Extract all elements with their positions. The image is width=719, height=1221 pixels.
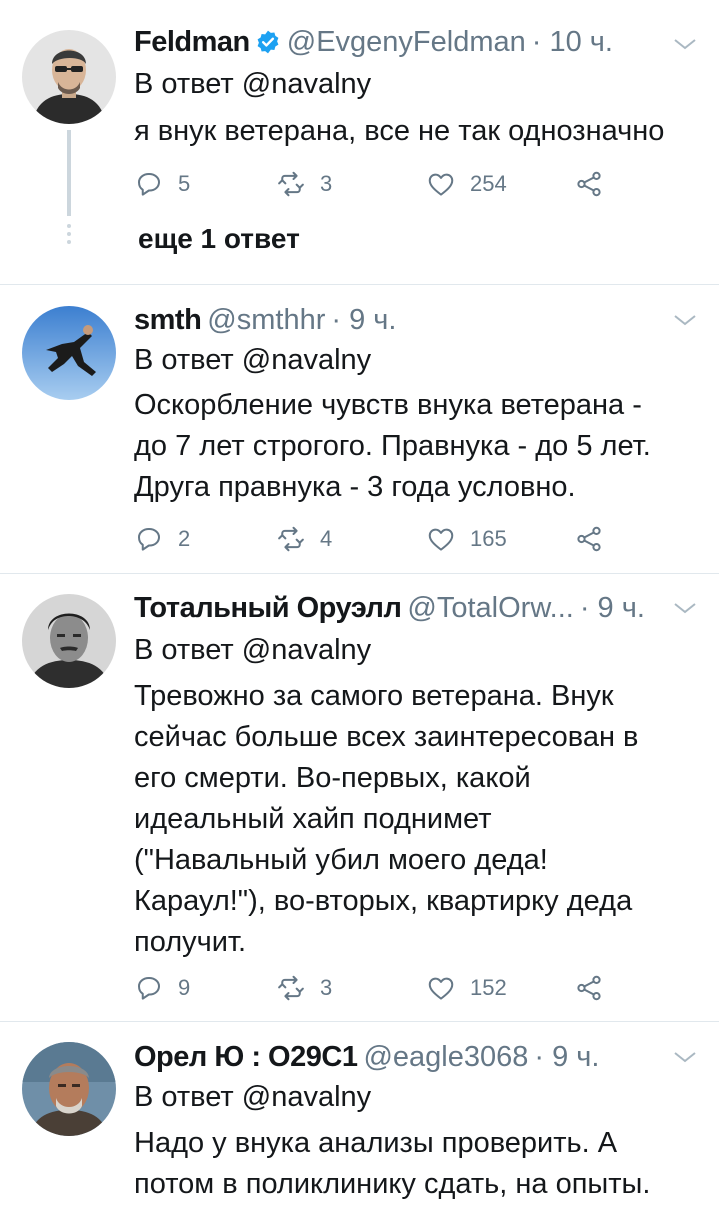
retweet-count: 4 [320,526,333,551]
avatar[interactable] [22,30,116,124]
like-count: 165 [470,526,507,551]
chevron-down-icon[interactable] [672,1048,698,1066]
like-button[interactable]: 152 [426,970,507,1006]
reply-icon [138,173,160,196]
reply-count: 9 [178,975,191,1000]
chevron-down-icon[interactable] [672,599,698,617]
share-icon [577,171,601,197]
retweet-button[interactable]: 3 [276,970,332,1006]
display-name[interactable]: Орел Ю : O29C1 [134,1041,358,1074]
username-handle[interactable]: @TotalOrw... [407,592,573,625]
retweet-icon [278,526,304,552]
tweet[interactable]: Feldman @EvgenyFeldman · 10 ч. В ответ @… [0,0,719,284]
display-name[interactable]: Тотальный Оруэлл [134,592,402,625]
display-name[interactable]: smth [134,304,202,337]
avatar[interactable] [22,1042,116,1136]
username-handle[interactable]: @smthhr [207,304,325,337]
tweet[interactable]: Тотальный Оруэлл @TotalOrw... · 9 ч. В о… [0,574,719,1021]
like-button[interactable]: 254 [426,166,507,202]
retweet-button[interactable]: 4 [276,521,332,557]
tweet-header: smth @smthhr · 9 ч. [134,300,396,340]
reply-icon [138,528,160,551]
more-replies-link[interactable]: еще 1 ответ [138,223,300,255]
retweet-count: 3 [320,975,333,1000]
tweet-header: Орел Ю : O29C1 @eagle3068 · 9 ч. [134,1037,599,1077]
reply-button[interactable]: 5 [134,166,190,202]
tweet-text: Оскорбление чувств внука ветерана - до 7… [134,389,651,503]
reply-to-label[interactable]: В ответ @navalny [134,68,371,101]
retweet-icon [278,975,304,1001]
reply-count: 2 [178,526,191,551]
tweet-header: Тотальный Оруэлл @TotalOrw... · 9 ч. [134,588,645,628]
tweet-timestamp[interactable]: · 9 ч. [580,592,645,625]
tweet-text: я внук ветерана, все не так однозначно [134,115,665,147]
like-count: 152 [470,975,507,1000]
like-button[interactable]: 165 [426,521,507,557]
chevron-down-icon[interactable] [672,311,698,329]
retweet-icon [278,171,304,197]
share-button[interactable] [574,970,618,1006]
reply-button[interactable]: 2 [134,521,190,557]
chevron-down-icon[interactable] [672,35,698,53]
verified-badge-icon [255,29,281,55]
share-button[interactable] [574,166,618,202]
reply-to-label[interactable]: В ответ @navalny [134,344,371,377]
tweet-timestamp[interactable]: · 9 ч. [331,304,396,337]
tweet-actions: 9 3 152 [134,970,614,1006]
reply-to-label[interactable]: В ответ @navalny [134,634,371,667]
like-count: 254 [470,171,507,196]
username-handle[interactable]: @eagle3068 [363,1041,528,1074]
tweet-timestamp[interactable]: · 10 ч. [532,26,613,59]
share-button[interactable] [574,521,618,557]
tweet-text: Тревожно за самого ветерана. Внук сейчас… [134,680,639,958]
tweet[interactable]: Орел Ю : O29C1 @eagle3068 · 9 ч. В ответ… [0,1022,719,1221]
avatar[interactable] [22,306,116,400]
heart-icon [428,528,454,551]
tweet-header: Feldman @EvgenyFeldman · 10 ч. [134,22,613,62]
retweet-button[interactable]: 3 [276,166,332,202]
avatar[interactable] [22,594,116,688]
reply-button[interactable]: 9 [134,970,190,1006]
reply-count: 5 [178,171,191,196]
heart-icon [428,977,454,1000]
tweet-timestamp[interactable]: · 9 ч. [534,1041,599,1074]
heart-icon [428,173,454,196]
tweet[interactable]: smth @smthhr · 9 ч. В ответ @navalny Оск… [0,285,719,573]
tweet-actions: 5 3 254 [134,166,614,202]
thread-line [67,130,71,216]
reply-icon [138,977,160,1000]
share-icon [577,526,601,552]
retweet-count: 3 [320,171,333,196]
reply-to-label[interactable]: В ответ @navalny [134,1081,371,1114]
thread-dots [66,224,72,248]
display-name[interactable]: Feldman [134,26,250,59]
share-icon [577,975,601,1001]
tweet-feed: Feldman @EvgenyFeldman · 10 ч. В ответ @… [0,0,719,1221]
username-handle[interactable]: @EvgenyFeldman [287,26,526,59]
tweet-text: Надо у внука анализы проверить. А потом … [134,1127,651,1200]
tweet-actions: 2 4 165 [134,521,614,557]
